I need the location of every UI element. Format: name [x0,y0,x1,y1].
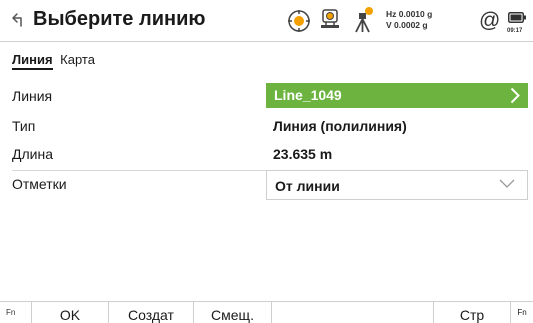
empty-softkey[interactable] [271,302,433,323]
hz-value: Hz 0.0010 g [386,9,433,19]
v-value: V 0.0002 g [386,20,428,30]
tab-line[interactable]: Линия [12,52,53,70]
page-button[interactable]: Стр [433,302,510,323]
fn-key-left[interactable]: Fn [6,308,15,317]
create-button[interactable]: Создат [108,302,193,323]
type-value: Линия (полилиния) [273,118,407,134]
length-label: Длина [12,146,53,162]
target-icon[interactable] [287,9,311,33]
chevron-right-icon [510,87,520,104]
chevron-down-icon [499,179,515,188]
title-bar: Выберите линию Hz 0.0010 g V 0.0002 g @ … [0,0,533,42]
line-label: Линия [12,88,53,104]
marks-value: От линии [275,178,340,194]
tab-map[interactable]: Карта [60,52,95,67]
at-icon[interactable]: @ [479,9,500,33]
tab-bar: Линия Карта [12,52,95,70]
type-label: Тип [12,118,36,134]
softkey-bar: Fn OK Создат Смещ. Стр Fn [0,301,533,323]
length-value: 23.635 m [273,146,333,162]
ok-button[interactable]: OK [31,302,108,323]
angle-readout: Hz 0.0010 g V 0.0002 g [386,9,432,31]
tripod-icon[interactable] [352,6,374,34]
offset-button[interactable]: Смещ. [193,302,271,323]
back-icon[interactable] [10,12,26,28]
row-divider [12,170,266,171]
instrument-icon[interactable] [318,7,342,33]
marks-label: Отметки [12,176,67,192]
fn-key-right[interactable]: Fn [510,302,533,323]
line-value: Line_1049 [274,87,342,103]
line-selector[interactable]: Line_1049 [266,83,528,108]
clock-time: 09:17 [507,28,523,34]
marks-dropdown[interactable]: От линии [266,170,528,200]
page-title: Выберите линию [33,8,206,30]
battery-icon[interactable] [508,12,526,23]
